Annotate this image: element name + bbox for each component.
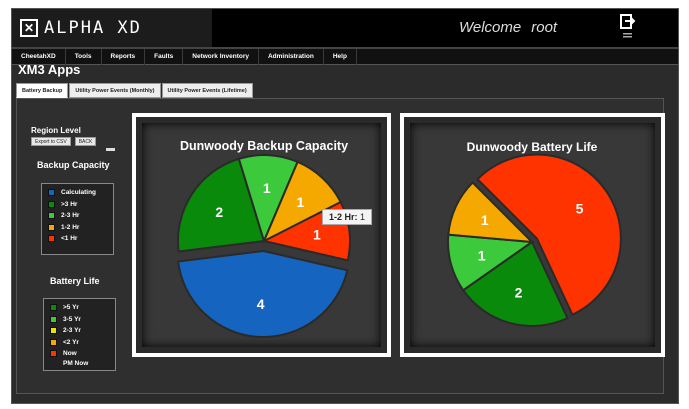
- battery-life-pie: Dunwoody Battery Life 5 2 1 1: [447, 140, 622, 327]
- legend-swatch: [50, 350, 57, 358]
- slice-value-label: 4: [257, 296, 265, 312]
- tab-utility-power-lifetime[interactable]: Utility Power Events (Lifetime): [161, 83, 253, 98]
- legend-swatch: [48, 223, 55, 231]
- chart-title: Dunwoody Backup Capacity: [180, 139, 348, 153]
- tab-battery-backup[interactable]: Battery Backup: [16, 83, 69, 98]
- tooltip-value: 1: [360, 212, 366, 222]
- logout-icon[interactable]: [619, 13, 637, 41]
- slice-value-label: 5: [576, 201, 584, 217]
- legend-item[interactable]: >3 Hr: [48, 199, 107, 211]
- legend-item[interactable]: <1 Hr: [48, 233, 107, 245]
- legend-label: Now: [63, 350, 77, 358]
- sidebar-buttons: Export to CSV BACK: [31, 137, 100, 146]
- legend-label: 2-3 Hr: [61, 212, 80, 220]
- legend-extra-label: PM Now: [63, 359, 89, 367]
- back-button[interactable]: BACK: [74, 137, 97, 146]
- top-bar: ✕ ALPHA XD Welcome root: [12, 9, 678, 47]
- slice-value-label: 1: [481, 212, 489, 228]
- legend-swatch: [48, 235, 55, 243]
- legend-item[interactable]: 2-3 Hr: [48, 210, 107, 222]
- menu-item-faults[interactable]: Faults: [145, 48, 184, 65]
- current-user: root: [531, 19, 558, 36]
- legend-label: >3 Hr: [61, 200, 78, 208]
- legend-label: 1-2 Hr: [61, 223, 80, 231]
- legend-item[interactable]: Calculating: [48, 187, 107, 199]
- tooltip-label: 1-2 Hr:: [329, 212, 358, 222]
- slice-value-label: 1: [313, 227, 321, 243]
- legend-swatch: [50, 315, 57, 323]
- legend-swatch: [48, 189, 55, 197]
- slice-value-label: 2: [515, 284, 523, 300]
- legend-item[interactable]: 1-2 Hr: [48, 222, 107, 234]
- export-csv-button[interactable]: Export to CSV: [31, 137, 71, 146]
- legend-item[interactable]: 2-3 Yr: [50, 325, 109, 337]
- legend-item[interactable]: >5 Yr: [50, 302, 109, 314]
- slice-value-label: 2: [215, 204, 223, 220]
- menu-item-reports[interactable]: Reports: [102, 48, 146, 65]
- menu-item-network-inventory[interactable]: Network Inventory: [183, 48, 259, 65]
- backup-capacity-chart: Dunwoody Backup Capacity 1 4 2 1 1 1-2 Hr: 1: [132, 113, 391, 357]
- battery-life-chart: Dunwoody Battery Life 5 2 1 1: [400, 113, 665, 357]
- backup-capacity-legend: Calculating >3 Hr 2-3 Hr 1-2 Hr <1 Hr: [41, 183, 114, 255]
- legend-swatch: [48, 212, 55, 220]
- battery-life-title: Battery Life: [50, 276, 100, 286]
- alpha-logo-icon: ✕: [20, 19, 38, 37]
- legend-swatch: [48, 200, 55, 208]
- legend-label: <2 Yr: [63, 338, 79, 346]
- slice-value-label: 1: [478, 247, 486, 263]
- region-level-label: Region Level: [31, 126, 81, 135]
- brand: ✕ ALPHA XD: [12, 9, 212, 47]
- legend-label: 3-5 Yr: [63, 315, 81, 323]
- tab-bar: Battery Backup Utility Power Events (Mon…: [16, 83, 254, 98]
- divider: [106, 148, 115, 151]
- legend-item[interactable]: 3-5 Yr: [50, 314, 109, 326]
- legend-label: 2-3 Yr: [63, 327, 81, 335]
- backup-capacity-pie: Dunwoody Backup Capacity 1 4 2 1 1: [177, 139, 351, 338]
- legend-item[interactable]: Now: [50, 348, 109, 360]
- chart-title: Dunwoody Battery Life: [467, 140, 598, 154]
- welcome-text: Welcome: [459, 19, 522, 36]
- legend-label: >5 Yr: [63, 304, 79, 312]
- page-title: XM3 Apps: [18, 62, 81, 77]
- app-title: ALPHA XD: [44, 18, 142, 38]
- legend-label: Calculating: [61, 189, 97, 197]
- slice-value-label: 1: [263, 180, 271, 196]
- menu-item-help[interactable]: Help: [324, 48, 357, 65]
- backup-capacity-title: Backup Capacity: [37, 160, 110, 170]
- legend-swatch: [50, 304, 57, 312]
- slice-tooltip: 1-2 Hr: 1: [322, 209, 373, 225]
- legend-label: <1 Hr: [61, 235, 78, 243]
- main-menu: CheetahXD Tools Reports Faults Network I…: [12, 47, 678, 65]
- welcome-message: Welcome root: [459, 19, 557, 36]
- slice-value-label: 1: [296, 194, 304, 210]
- tab-utility-power-monthly[interactable]: Utility Power Events (Monthly): [69, 83, 161, 98]
- battery-life-legend: >5 Yr 3-5 Yr 2-3 Yr <2 Yr Now PM Now: [43, 298, 116, 371]
- legend-item[interactable]: <2 Yr: [50, 337, 109, 349]
- legend-swatch: [50, 327, 57, 335]
- legend-swatch: [50, 338, 57, 346]
- pie-slice-calculating[interactable]: [177, 249, 349, 338]
- menu-item-administration[interactable]: Administration: [259, 48, 324, 65]
